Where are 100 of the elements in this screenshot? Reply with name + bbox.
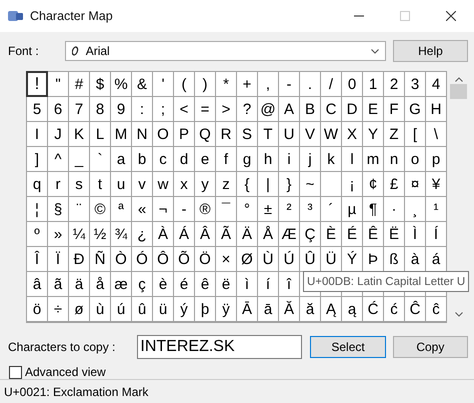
character-cell[interactable]: \ [426,122,446,146]
character-cell[interactable]: ! [27,72,47,96]
character-cell[interactable]: ¹ [426,197,446,221]
character-cell[interactable]: ê [195,272,215,296]
character-cell[interactable]: è [153,272,173,296]
character-cell[interactable]: ¨ [69,197,89,221]
character-cell[interactable]: û [132,297,152,321]
character-cell[interactable]: Þ [363,247,383,271]
character-cell[interactable]: þ [195,297,215,321]
character-cell[interactable]: « [132,197,152,221]
character-cell[interactable]: V [300,122,320,146]
character-cell[interactable]: y [195,172,215,196]
character-cell[interactable]: = [195,97,215,121]
character-cell[interactable]: ½ [90,222,110,246]
character-cell[interactable]: G [405,97,425,121]
character-cell[interactable]: " [48,72,68,96]
copy-button[interactable]: Copy [392,336,468,358]
character-cell[interactable]: M [111,122,131,146]
character-cell[interactable]: í [258,272,278,296]
character-cell[interactable]: Ć [363,297,383,321]
character-cell[interactable]: ° [237,197,257,221]
character-cell[interactable]: ¼ [69,222,89,246]
character-cell[interactable]: R [216,122,236,146]
character-cell[interactable]: p [426,147,446,171]
character-cell[interactable]: ý [174,297,194,321]
character-cell[interactable]: ³ [300,197,320,221]
character-cell[interactable]: 7 [69,97,89,121]
character-cell[interactable]: ) [195,72,215,96]
character-cell[interactable]: å [90,272,110,296]
character-cell[interactable]: J [48,122,68,146]
character-cell[interactable]: À [153,222,173,246]
character-cell[interactable]: 6 [48,97,68,121]
character-cell[interactable]: © [90,197,110,221]
character-cell[interactable]: ¾ [111,222,131,246]
character-cell[interactable]: Ñ [90,247,110,271]
character-cell[interactable]: k [321,147,341,171]
character-cell[interactable]: } [279,172,299,196]
character-cell[interactable]: ÿ [216,297,236,321]
character-cell[interactable]: B [300,97,320,121]
character-cell[interactable]: A [279,97,299,121]
character-cell[interactable]: [ [405,122,425,146]
character-cell[interactable]: à [405,247,425,271]
character-cell[interactable]: & [132,72,152,96]
character-cell[interactable]: ć [384,297,404,321]
character-cell[interactable]: ; [153,97,173,121]
character-cell[interactable]: < [174,97,194,121]
character-cell[interactable]: Õ [174,247,194,271]
character-cell[interactable]: ü [153,297,173,321]
character-cell[interactable]: 2 [384,72,404,96]
character-cell[interactable]: ù [90,297,110,321]
character-cell[interactable]: / [321,72,341,96]
character-cell[interactable]: µ [342,197,362,221]
character-cell[interactable]: ¤ [405,172,425,196]
character-cell[interactable]: § [48,197,68,221]
character-cell[interactable]: Ê [363,222,383,246]
character-cell[interactable]: » [48,222,68,246]
character-cell[interactable]: ą [342,297,362,321]
character-cell[interactable]: ² [279,197,299,221]
character-cell[interactable]: á [426,247,446,271]
character-cell[interactable]: - [279,72,299,96]
character-cell[interactable]: ¢ [363,172,383,196]
character-cell[interactable]: x [174,172,194,196]
character-cell[interactable]: ä [69,272,89,296]
character-cell[interactable]: I [27,122,47,146]
font-dropdown[interactable]: Arial [64,41,386,61]
character-cell[interactable]: w [153,172,173,196]
scroll-thumb[interactable] [450,84,467,99]
character-cell[interactable]: ÷ [48,297,68,321]
character-cell[interactable]: + [237,72,257,96]
character-cell[interactable]: ´ [321,197,341,221]
character-cell[interactable]: Q [195,122,215,146]
character-cell[interactable]: ā [258,297,278,321]
character-cell[interactable]: q [27,172,47,196]
character-cell[interactable]: ¯ [216,197,236,221]
character-cell[interactable]: 1 [363,72,383,96]
character-cell[interactable]: e [195,147,215,171]
character-cell[interactable]: b [132,147,152,171]
character-cell[interactable]: é [174,272,194,296]
character-cell[interactable]: s [69,172,89,196]
character-cell[interactable]: O [153,122,173,146]
character-cell[interactable]: h [258,147,278,171]
character-cell[interactable]: : [132,97,152,121]
character-cell[interactable]: r [48,172,68,196]
character-cell[interactable]: ç [132,272,152,296]
character-cell[interactable]: Ø [237,247,257,271]
character-cell[interactable]: Ã [216,222,236,246]
character-cell[interactable]: ¥ [426,172,446,196]
character-cell[interactable]: g [237,147,257,171]
character-cell[interactable]: Ò [111,247,131,271]
character-cell[interactable]: Ú [279,247,299,271]
character-cell[interactable]: C [321,97,341,121]
character-cell[interactable]: > [216,97,236,121]
character-cell[interactable]: f [216,147,236,171]
character-cell[interactable]: Ó [132,247,152,271]
character-cell[interactable] [321,172,341,196]
character-cell[interactable]: v [132,172,152,196]
character-cell[interactable]: ' [153,72,173,96]
character-cell[interactable]: Ą [321,297,341,321]
character-cell[interactable]: ¦ [27,197,47,221]
character-cell[interactable]: W [321,122,341,146]
